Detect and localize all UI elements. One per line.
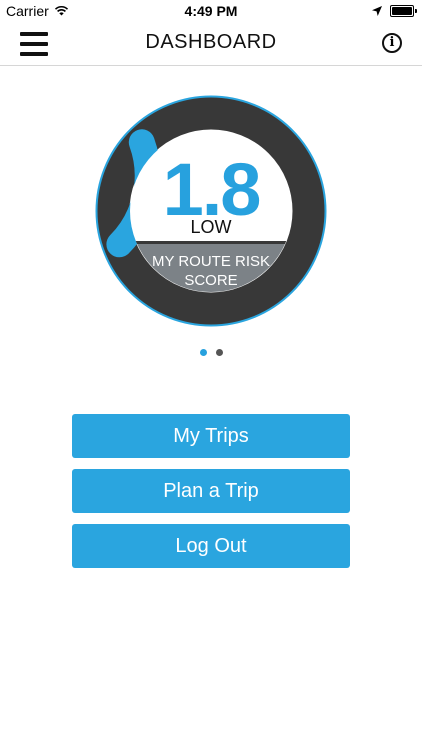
page-indicator[interactable] — [0, 349, 422, 356]
plan-a-trip-button[interactable]: Plan a Trip — [72, 469, 350, 513]
battery-icon — [390, 5, 417, 17]
risk-score-caption: MY ROUTE RISK SCORE — [151, 253, 271, 289]
info-icon[interactable]: i — [382, 33, 402, 53]
log-out-button[interactable]: Log Out — [72, 524, 350, 568]
status-right — [372, 3, 417, 19]
location-arrow-icon — [372, 3, 382, 19]
page-title: DASHBOARD — [145, 31, 277, 53]
risk-score-value: 1.8 — [162, 148, 262, 231]
status-time: 4:49 PM — [184, 3, 238, 19]
page-dot[interactable] — [215, 349, 223, 356]
status-bar: Carrier 4:49 PM — [0, 0, 422, 22]
my-trips-button[interactable]: My Trips — [72, 414, 350, 458]
risk-level-label: LOW — [190, 217, 232, 237]
page-dot-active[interactable] — [199, 349, 207, 356]
risk-score-gauge[interactable]: 1.8 LOW MY ROUTE RISK SCORE — [95, 95, 327, 327]
nav-bar: DASHBOARD i — [0, 22, 422, 66]
